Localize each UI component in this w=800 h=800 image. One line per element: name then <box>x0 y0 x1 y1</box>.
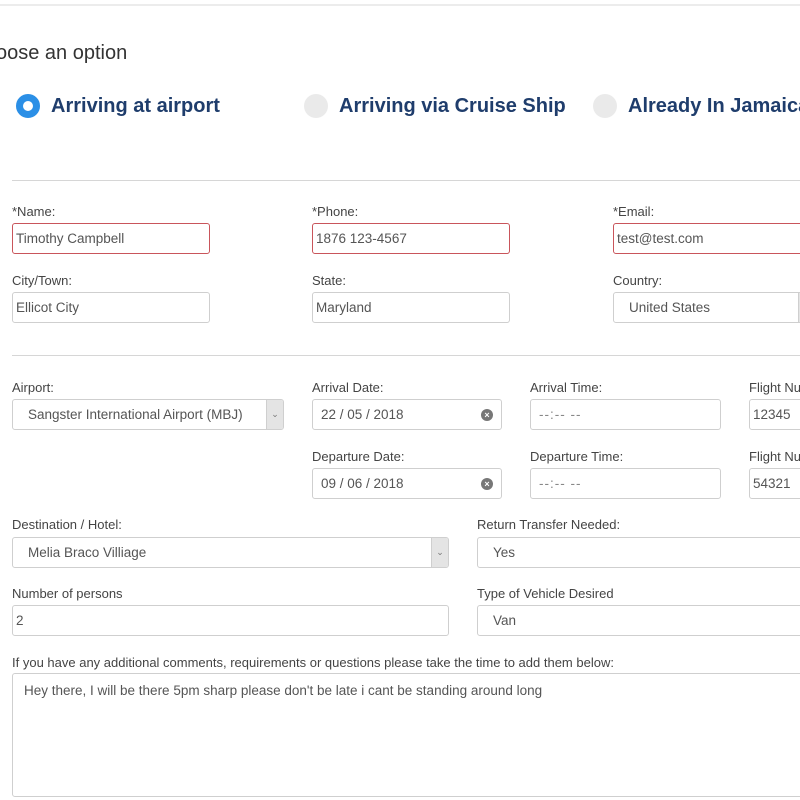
clear-icon[interactable]: × <box>481 409 493 421</box>
comments-textarea[interactable]: Hey there, I will be there 5pm sharp ple… <box>12 673 800 797</box>
radio-unchecked-icon[interactable] <box>593 94 617 118</box>
option-label: Arriving at airport <box>51 94 220 117</box>
airport-select[interactable]: Sangster International Airport (MBJ) ⌄ <box>12 399 284 430</box>
top-divider <box>0 4 800 6</box>
chevron-down-icon[interactable]: ⌄ <box>266 400 283 429</box>
arrival-date-label: Arrival Date: <box>312 380 384 395</box>
arrival-flight-field[interactable]: 12345 <box>749 399 800 430</box>
arrival-time-field[interactable]: --:-- -- <box>530 399 721 430</box>
divider <box>12 180 800 181</box>
persons-label: Number of persons <box>12 586 123 601</box>
departure-flight-field[interactable]: 54321 <box>749 468 800 499</box>
vehicle-select[interactable]: Van <box>477 605 800 636</box>
country-label: Country: <box>613 273 663 288</box>
option-label: Arriving via Cruise Ship <box>339 94 566 117</box>
arrival-date-value: 22 / 05 / 2018 <box>321 407 404 422</box>
state-field[interactable]: Maryland <box>312 292 510 323</box>
comments-label: If you have any additional comments, req… <box>12 655 614 670</box>
clear-icon[interactable]: × <box>481 478 493 490</box>
email-field[interactable]: test@test.com <box>613 223 800 254</box>
departure-date-field[interactable]: 09 / 06 / 2018 × <box>312 468 502 499</box>
departure-time-field[interactable]: --:-- -- <box>530 468 721 499</box>
city-label: City/Town: <box>12 273 72 288</box>
country-value: United States <box>629 300 711 315</box>
vehicle-label: Type of Vehicle Desired <box>477 586 614 601</box>
email-label: *Email: <box>613 204 655 219</box>
vehicle-value: Van <box>493 613 517 628</box>
destination-label: Destination / Hotel: <box>12 517 122 532</box>
option-label: Already In Jamaica <box>628 94 800 117</box>
radio-unchecked-icon[interactable] <box>304 94 328 118</box>
name-label: *Name: <box>12 204 56 219</box>
destination-value: Melia Braco Villiage <box>28 545 147 560</box>
departure-date-label: Departure Date: <box>312 449 405 464</box>
return-transfer-value: Yes <box>493 545 516 560</box>
city-field[interactable]: Ellicot City <box>12 292 210 323</box>
option-arriving-airport[interactable]: Arriving at airport <box>16 92 220 120</box>
arrival-time-label: Arrival Time: <box>530 380 603 395</box>
airport-value: Sangster International Airport (MBJ) <box>28 407 243 422</box>
departure-time-label: Departure Time: <box>530 449 624 464</box>
departure-flight-label: Flight Nu <box>749 449 800 464</box>
return-transfer-select[interactable]: Yes <box>477 537 800 568</box>
phone-field[interactable]: 1876 123-4567 <box>312 223 510 254</box>
chevron-down-icon[interactable]: ⌄ <box>431 538 448 567</box>
radio-checked-icon[interactable] <box>16 94 40 118</box>
option-cruise-ship[interactable]: Arriving via Cruise Ship <box>304 92 566 120</box>
persons-field[interactable]: 2 <box>12 605 449 636</box>
divider <box>12 355 800 356</box>
destination-select[interactable]: Melia Braco Villiage ⌄ <box>12 537 449 568</box>
arrival-flight-label: Flight Nu <box>749 380 800 395</box>
departure-date-value: 09 / 06 / 2018 <box>321 476 404 491</box>
arrival-date-field[interactable]: 22 / 05 / 2018 × <box>312 399 502 430</box>
airport-label: Airport: <box>12 380 54 395</box>
phone-label: *Phone: <box>312 204 359 219</box>
country-select[interactable]: United States ⌄ <box>613 292 800 323</box>
state-label: State: <box>312 273 346 288</box>
section-title: oose an option <box>0 42 128 64</box>
return-transfer-label: Return Transfer Needed: <box>477 517 621 532</box>
option-already-in-jamaica[interactable]: Already In Jamaica <box>593 92 800 120</box>
name-field[interactable]: Timothy Campbell <box>12 223 210 254</box>
